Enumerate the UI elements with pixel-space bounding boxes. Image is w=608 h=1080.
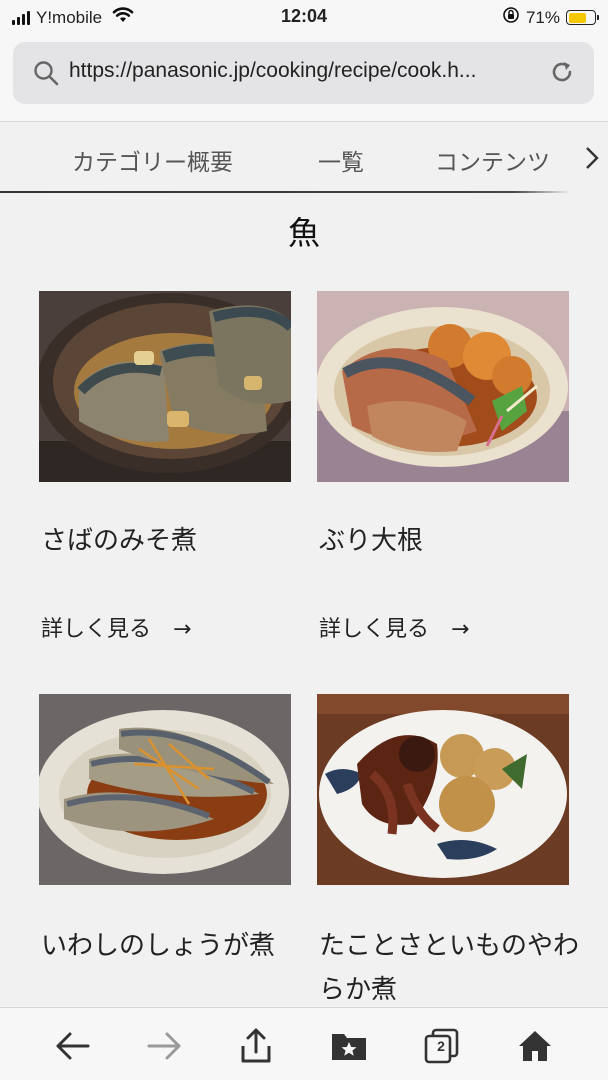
battery-percent: 71% [525,7,560,27]
share-icon[interactable] [236,1026,276,1066]
recipe-name[interactable]: たことさといものやわらか煮 [319,924,579,1012]
bookmarks-icon[interactable] [329,1026,369,1066]
tabs-icon[interactable]: 2 [422,1026,462,1066]
status-right: 71% [502,6,599,29]
home-icon[interactable] [515,1026,555,1066]
status-bar: Y!mobile 12:04 71% [0,0,608,34]
tabs-underline [0,191,570,193]
back-icon[interactable] [52,1026,92,1066]
battery-icon [566,10,599,25]
search-icon [33,60,59,90]
address-bar[interactable]: https://panasonic.jp/cooking/recipe/cook… [13,42,594,104]
browser-toolbar: 2 [0,1007,608,1080]
tab-list[interactable]: 一覧 [318,143,364,177]
recipe-name[interactable]: ぶり大根 [319,519,579,563]
recipe-photo[interactable] [317,694,569,885]
recipe-card[interactable]: ぶり大根 詳しく見る → [317,291,569,642]
recipe-name[interactable]: いわしのしょうが煮 [41,924,301,968]
url-text[interactable]: https://panasonic.jp/cooking/recipe/cook… [69,59,539,83]
tab-category-overview[interactable]: カテゴリー概要 [72,143,233,177]
chevron-right-icon[interactable] [584,145,600,175]
arrow-right-icon: → [451,617,470,642]
recipe-photo[interactable] [39,291,291,482]
recipe-card[interactable]: たことさといものやわらか煮 [317,694,579,1005]
recipe-photo[interactable] [317,291,569,482]
section-title: 魚 [287,214,320,252]
reload-icon[interactable] [548,58,576,90]
recipe-card[interactable]: いわしのしょうが煮 [39,694,291,961]
tab-contents[interactable]: コンテンツ [435,143,550,177]
category-tabs: カテゴリー概要 一覧 コンテンツ [0,123,608,193]
tabs-count: 2 [437,1038,445,1054]
recipe-name[interactable]: さばのみそ煮 [41,519,301,563]
arrow-right-icon: → [173,617,192,642]
forward-icon[interactable] [145,1026,185,1066]
details-link-label: 詳しく見る [41,617,152,642]
orientation-lock-icon [502,6,520,29]
recipe-card[interactable]: さばのみそ煮 詳しく見る → [39,291,291,642]
address-bar-area: https://panasonic.jp/cooking/recipe/cook… [0,34,608,122]
recipe-photo[interactable] [39,694,291,885]
details-link[interactable]: 詳しく見る → [41,611,191,643]
details-link[interactable]: 詳しく見る → [319,611,469,643]
details-link-label: 詳しく見る [319,617,430,642]
